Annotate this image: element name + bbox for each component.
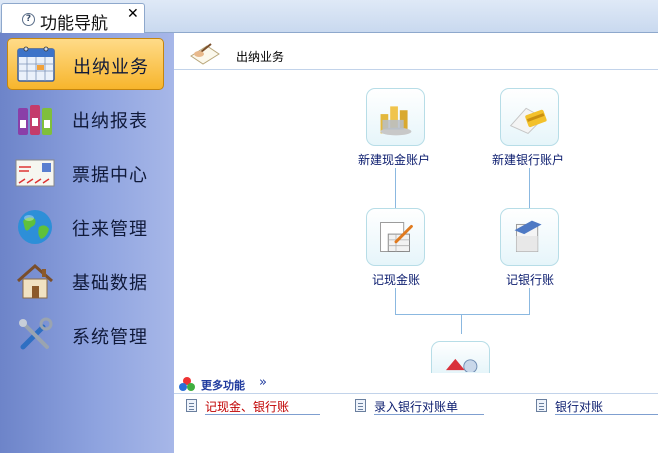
flow-connector (395, 168, 396, 208)
tab-function-navigation[interactable]: ? 功能导航 ✕ (1, 3, 145, 34)
binders-icon (18, 105, 52, 135)
document-icon (355, 399, 366, 412)
house-icon (17, 263, 53, 299)
sidebar-item-label: 出纳报表 (72, 111, 148, 132)
flow-connector (395, 288, 396, 314)
notebook-icon (514, 220, 542, 252)
new-cash-account-button[interactable] (366, 88, 425, 146)
new-cash-account-label[interactable]: 新建现金账户 (358, 151, 430, 168)
sidebar-item-label: 往来管理 (72, 219, 148, 240)
panel-header: 出纳业务 (174, 33, 658, 70)
underline (555, 414, 658, 415)
sidebar: 出纳业务 出纳报表 票据中心 往来管理 基础数据 系统管理 (0, 33, 174, 453)
underline (374, 414, 484, 415)
underline (205, 414, 320, 415)
tools-icon (19, 317, 53, 350)
quick-link-label: 录入银行对账单 (374, 400, 459, 414)
sidebar-item-label: 基础数据 (72, 273, 148, 294)
bank-journal-label[interactable]: 记银行账 (506, 271, 554, 288)
reconcile-icon (445, 358, 478, 374)
cash-journal-label[interactable]: 记现金账 (372, 271, 420, 288)
bank-card-icon (509, 107, 547, 134)
double-chevron-icon: » (259, 375, 267, 390)
document-icon (186, 399, 197, 412)
sidebar-item-system-management[interactable]: 系统管理 (7, 309, 164, 361)
document-icon (536, 399, 547, 412)
ledger-pen-icon (380, 222, 413, 252)
sidebar-item-label: 出纳业务 (73, 57, 149, 78)
quick-link-label: 记现金、银行账 (205, 400, 290, 414)
page-title: 出纳业务 (236, 50, 285, 64)
coins-icon (380, 106, 412, 136)
new-bank-account-label[interactable]: 新建银行账户 (492, 151, 564, 168)
sidebar-item-basic-data[interactable]: 基础数据 (7, 255, 164, 307)
envelope-icon (15, 159, 55, 187)
divider (174, 393, 658, 394)
flow-connector (529, 168, 530, 208)
cash-journal-button[interactable] (366, 208, 425, 266)
quick-link-label: 银行对账 (555, 400, 604, 414)
new-bank-account-button[interactable] (500, 88, 559, 146)
blocks-icon (179, 377, 195, 391)
main-panel: 出纳业务 新建现金账户 新建银行账户 记现金账 记银行账 更多功能 » 记现金、… (174, 33, 658, 453)
sidebar-item-bill-center[interactable]: 票据中心 (7, 147, 164, 199)
more-functions-label: 更多功能 (201, 379, 245, 392)
sidebar-item-label: 系统管理 (72, 327, 148, 348)
calendar-grid-icon (17, 46, 55, 82)
flow-connector (529, 288, 530, 314)
flow-connector (395, 314, 530, 315)
reconciliation-button[interactable] (431, 341, 490, 374)
tab-label: 功能导航 (40, 14, 108, 34)
flow-connector (461, 314, 462, 334)
close-icon[interactable]: ✕ (127, 6, 139, 22)
app-window: ? 功能导航 ✕ 出纳业务 出纳报表 票据中心 往来管理 基础数据 系统管理 出… (0, 0, 658, 453)
sidebar-item-cashier-business[interactable]: 出纳业务 (7, 38, 164, 90)
tab-strip: ? 功能导航 ✕ (0, 0, 658, 34)
sidebar-item-cashier-reports[interactable]: 出纳报表 (7, 93, 164, 145)
sidebar-item-contacts-management[interactable]: 往来管理 (7, 201, 164, 253)
help-circle-icon: ? (22, 13, 35, 26)
writing-hand-icon (190, 43, 220, 65)
sidebar-item-label: 票据中心 (72, 165, 148, 186)
globe-icon (18, 210, 52, 244)
bank-journal-button[interactable] (500, 208, 559, 266)
